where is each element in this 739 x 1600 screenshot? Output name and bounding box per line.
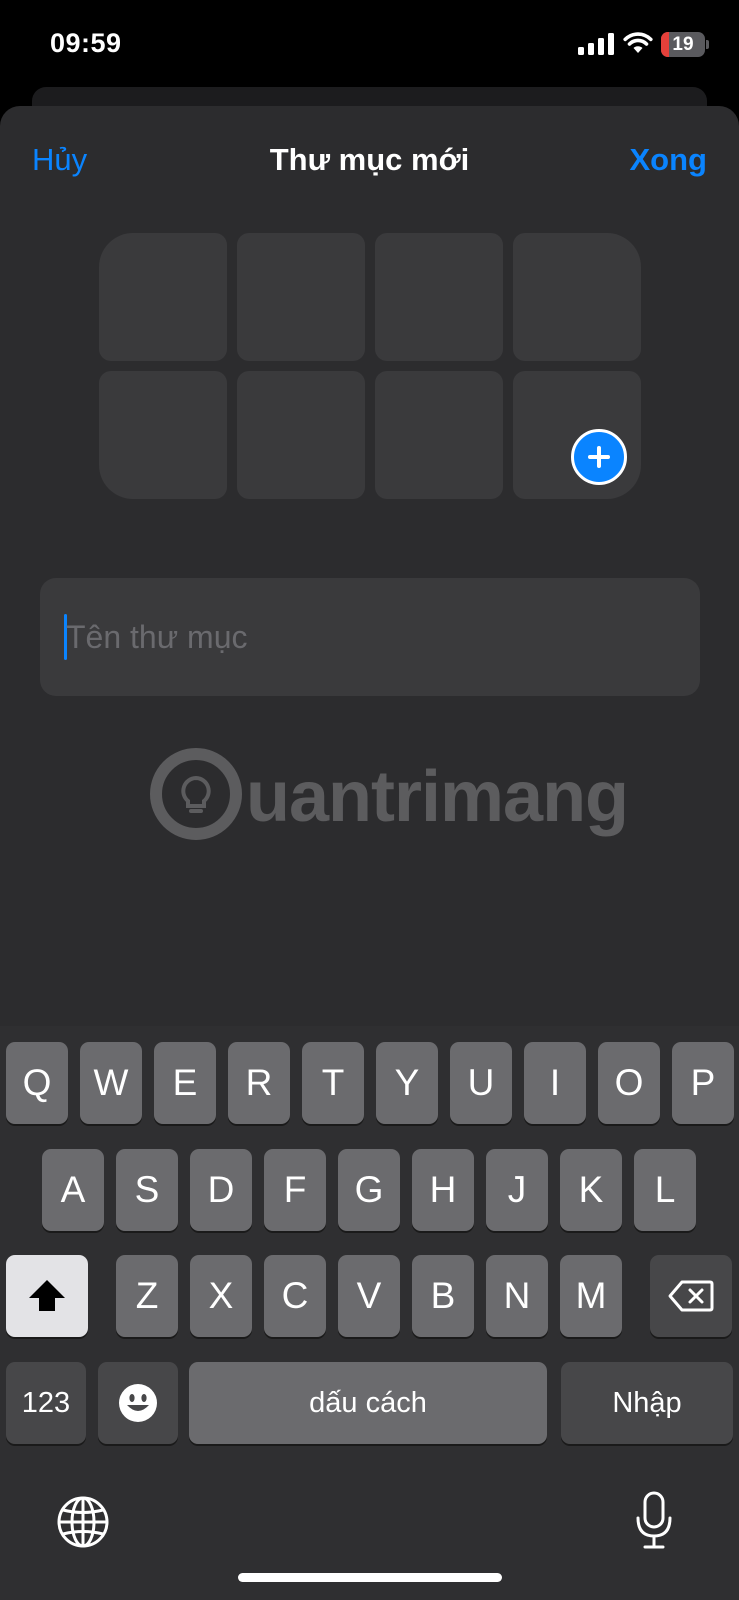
cancel-button[interactable]: Hủy <box>32 142 87 178</box>
watermark-text: uantrimang <box>246 757 629 837</box>
folder-preview-slot <box>375 371 503 499</box>
folder-preview-slot <box>513 233 641 361</box>
status-time: 09:59 <box>50 28 122 58</box>
key-o[interactable]: O <box>598 1042 660 1124</box>
done-button[interactable]: Xong <box>630 142 708 178</box>
folder-name-input[interactable] <box>66 578 676 696</box>
emoji-icon <box>119 1384 157 1422</box>
folder-preview-slot <box>99 233 227 361</box>
key-l[interactable]: L <box>634 1149 696 1231</box>
folder-preview-slot <box>513 371 641 499</box>
add-item-button[interactable] <box>571 429 627 485</box>
watermark: uantrimang <box>150 748 629 848</box>
home-indicator[interactable] <box>238 1573 502 1582</box>
key-c[interactable]: C <box>264 1255 326 1337</box>
key-e[interactable]: E <box>154 1042 216 1124</box>
key-h[interactable]: H <box>412 1149 474 1231</box>
key-g[interactable]: G <box>338 1149 400 1231</box>
folder-preview-slot <box>99 371 227 499</box>
folder-preview-slot <box>375 233 503 361</box>
key-r[interactable]: R <box>228 1042 290 1124</box>
globe-icon[interactable] <box>56 1495 110 1549</box>
folder-preview-slot <box>237 233 365 361</box>
key-i[interactable]: I <box>524 1042 586 1124</box>
space-key[interactable]: dấu cách <box>189 1362 547 1444</box>
backspace-icon <box>668 1280 714 1312</box>
lightbulb-icon <box>150 748 242 840</box>
numbers-key[interactable]: 123 <box>6 1362 86 1444</box>
key-j[interactable]: J <box>486 1149 548 1231</box>
key-s[interactable]: S <box>116 1149 178 1231</box>
battery-level: 19 <box>672 34 694 55</box>
key-b[interactable]: B <box>412 1255 474 1337</box>
folder-preview-slot <box>237 371 365 499</box>
shift-key[interactable] <box>6 1255 88 1337</box>
key-n[interactable]: N <box>486 1255 548 1337</box>
key-k[interactable]: K <box>560 1149 622 1231</box>
emoji-key[interactable] <box>98 1362 178 1444</box>
cellular-signal-icon <box>578 33 614 55</box>
status-bar: 09:59 19 <box>0 0 739 90</box>
key-p[interactable]: P <box>672 1042 734 1124</box>
microphone-icon[interactable] <box>634 1490 674 1552</box>
key-u[interactable]: U <box>450 1042 512 1124</box>
key-z[interactable]: Z <box>116 1255 178 1337</box>
folder-preview-grid <box>99 233 641 499</box>
key-d[interactable]: D <box>190 1149 252 1231</box>
wifi-icon <box>623 32 653 53</box>
plus-circle-icon <box>588 446 610 468</box>
key-v[interactable]: V <box>338 1255 400 1337</box>
key-q[interactable]: Q <box>6 1042 68 1124</box>
key-w[interactable]: W <box>80 1042 142 1124</box>
folder-name-field[interactable] <box>40 578 700 696</box>
delete-key[interactable] <box>650 1255 732 1337</box>
battery-indicator: 19 <box>661 32 709 57</box>
key-m[interactable]: M <box>560 1255 622 1337</box>
key-y[interactable]: Y <box>376 1042 438 1124</box>
key-f[interactable]: F <box>264 1149 326 1231</box>
key-a[interactable]: A <box>42 1149 104 1231</box>
return-key[interactable]: Nhập <box>561 1362 733 1444</box>
shift-arrow-icon <box>29 1280 65 1311</box>
key-t[interactable]: T <box>302 1042 364 1124</box>
key-x[interactable]: X <box>190 1255 252 1337</box>
